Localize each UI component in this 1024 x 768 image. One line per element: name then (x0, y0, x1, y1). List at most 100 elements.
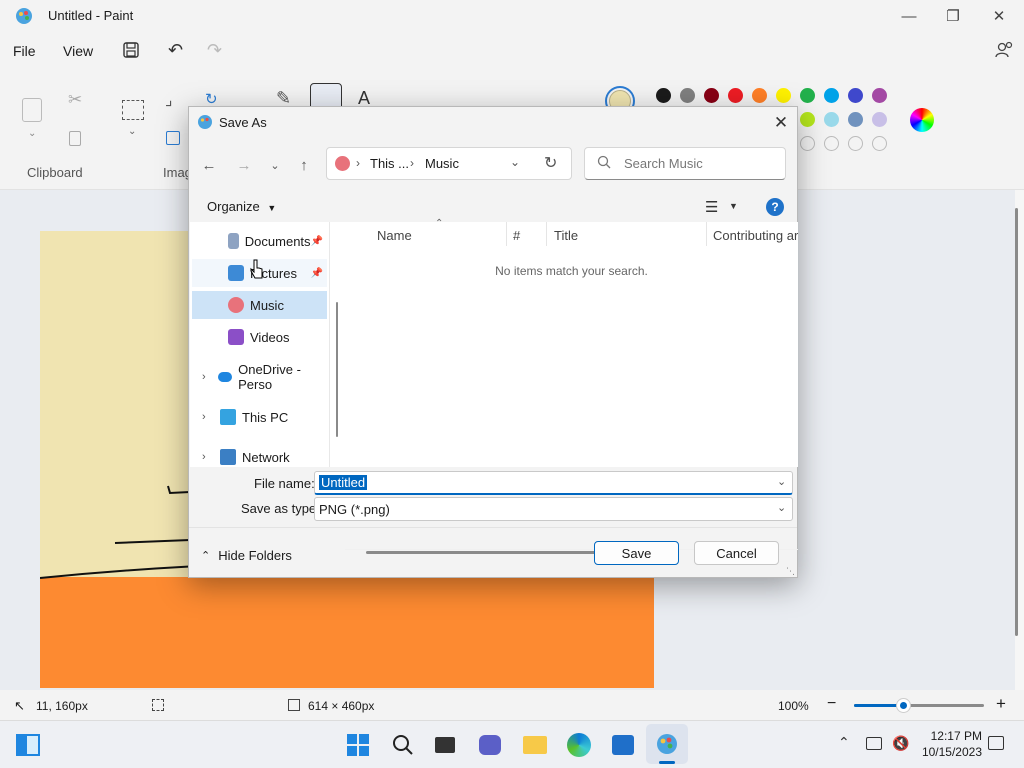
refresh-icon[interactable]: ↻ (544, 153, 557, 173)
edit-colors-icon[interactable] (910, 108, 934, 132)
color-swatch[interactable] (824, 88, 839, 103)
clock-date[interactable]: 10/15/2023 (910, 745, 982, 759)
resize-grip-icon[interactable]: ⋱ (786, 566, 795, 577)
save-type-dropdown-icon[interactable]: ⌄ (777, 501, 786, 514)
empty-swatch[interactable] (800, 136, 815, 151)
edge-browser-icon[interactable] (566, 732, 592, 758)
volume-muted-icon[interactable]: 🔇 (892, 735, 909, 752)
close-window-button[interactable]: ✕ (976, 0, 1022, 32)
organize-button[interactable]: Organize ▼ (207, 199, 276, 214)
nav-item-onedrive[interactable]: › OneDrive - Perso (192, 362, 327, 392)
maximize-button[interactable]: ❐ (930, 0, 976, 32)
file-name-input[interactable]: Untitled ⌄ (314, 471, 793, 495)
close-dialog-button[interactable]: ✕ (769, 111, 793, 135)
address-dropdown-icon[interactable]: ⌄ (510, 155, 520, 169)
zoom-slider[interactable] (854, 704, 984, 707)
column-divider[interactable] (506, 222, 507, 246)
select-dropdown-icon[interactable]: ⌄ (128, 126, 136, 137)
cut-icon[interactable]: ✂ (68, 90, 82, 110)
file-explorer-icon[interactable] (522, 732, 548, 758)
color-swatch[interactable] (776, 88, 791, 103)
copy-icon[interactable] (69, 131, 81, 146)
back-arrow-icon[interactable]: ← (197, 154, 221, 176)
select-icon[interactable] (122, 100, 144, 120)
forward-arrow-icon[interactable]: → (232, 154, 256, 176)
save-button[interactable]: Save (594, 541, 679, 565)
color-swatch[interactable] (848, 88, 863, 103)
color-swatch[interactable] (680, 88, 695, 103)
network-status-icon[interactable] (866, 737, 882, 750)
notification-icon[interactable] (988, 736, 1004, 750)
documents-folder-icon (228, 233, 239, 249)
address-bar[interactable]: › This ... › Music ⌄ ↻ (326, 147, 572, 180)
color-swatch[interactable] (752, 88, 767, 103)
minimize-button[interactable]: — (886, 0, 932, 32)
nav-item-videos[interactable]: Videos (192, 323, 327, 351)
undo-icon[interactable]: ↶ (168, 40, 183, 61)
view-options-icon[interactable]: ☰ (705, 198, 718, 216)
cancel-button[interactable]: Cancel (694, 541, 779, 565)
hide-folders-button[interactable]: ⌃ Hide Folders (201, 548, 292, 563)
nav-item-documents[interactable]: Documents 📌 (192, 227, 327, 255)
column-title[interactable]: Title (554, 228, 578, 243)
column-divider[interactable] (706, 222, 707, 246)
menu-file[interactable]: File (13, 43, 36, 59)
nav-item-network[interactable]: › Network (192, 443, 327, 471)
help-icon[interactable]: ? (766, 198, 784, 216)
widgets-icon[interactable] (15, 732, 41, 758)
store-icon[interactable] (610, 732, 636, 758)
column-divider[interactable] (546, 222, 547, 246)
show-hidden-icons-chevron-icon[interactable]: ⌃ (838, 734, 850, 751)
chat-icon[interactable] (477, 732, 503, 758)
column-name[interactable]: Name (377, 228, 412, 243)
menu-view[interactable]: View (63, 43, 93, 59)
nav-scroll-thumb[interactable] (336, 302, 338, 437)
up-arrow-icon[interactable]: ↑ (292, 154, 316, 176)
account-icon[interactable] (994, 40, 1014, 60)
nav-item-this-pc[interactable]: › This PC (192, 403, 327, 431)
save-icon[interactable] (122, 41, 140, 59)
color-swatch[interactable] (824, 112, 839, 127)
zoom-level[interactable]: 100% (778, 699, 809, 713)
start-windows-icon[interactable] (345, 732, 371, 758)
vertical-scroll-thumb[interactable] (1015, 208, 1018, 636)
color-swatch[interactable] (800, 112, 815, 127)
file-name-dropdown-icon[interactable]: ⌄ (777, 475, 786, 488)
nav-item-music[interactable]: Music (192, 291, 327, 319)
paint-taskbar-button[interactable] (646, 724, 688, 764)
pin-icon[interactable]: 📌 (311, 268, 323, 279)
search-box[interactable]: Search Music (584, 147, 786, 180)
breadcrumb-this-pc[interactable]: This ... (370, 156, 409, 171)
color-swatch[interactable] (800, 88, 815, 103)
column-contributing-artists[interactable]: Contributing art (713, 228, 798, 243)
paste-icon[interactable] (22, 98, 42, 122)
recent-locations-chevron-icon[interactable]: ⌄ (263, 154, 287, 176)
color-swatch[interactable] (704, 88, 719, 103)
expand-chevron-icon[interactable]: › (202, 451, 220, 463)
clock-time[interactable]: 12:17 PM (922, 729, 982, 743)
color-swatch[interactable] (872, 112, 887, 127)
empty-swatch[interactable] (872, 136, 887, 151)
pin-icon[interactable]: 📌 (311, 236, 323, 247)
redo-icon[interactable]: ↷ (207, 40, 222, 61)
color-swatch[interactable] (872, 88, 887, 103)
image-resize-icon[interactable] (166, 131, 180, 145)
expand-chevron-icon[interactable]: › (202, 411, 220, 423)
zoom-in-icon[interactable]: + (996, 694, 1006, 714)
breadcrumb-music[interactable]: Music (425, 156, 459, 171)
expand-chevron-icon[interactable]: › (202, 371, 218, 383)
crop-icon[interactable]: ⌟ (165, 90, 173, 110)
paste-dropdown-icon[interactable]: ⌄ (28, 128, 36, 139)
save-type-select[interactable]: PNG (*.png) ⌄ (314, 497, 793, 521)
color-swatch[interactable] (728, 88, 743, 103)
color-swatch[interactable] (848, 112, 863, 127)
empty-swatch[interactable] (824, 136, 839, 151)
color-swatch[interactable] (656, 88, 671, 103)
zoom-slider-thumb[interactable] (897, 699, 910, 712)
column-number[interactable]: # (513, 228, 520, 243)
search-icon[interactable] (390, 732, 416, 758)
zoom-out-icon[interactable]: − (827, 695, 836, 713)
view-dropdown-icon[interactable]: ▼ (729, 201, 738, 211)
task-view-icon[interactable] (432, 732, 458, 758)
empty-swatch[interactable] (848, 136, 863, 151)
